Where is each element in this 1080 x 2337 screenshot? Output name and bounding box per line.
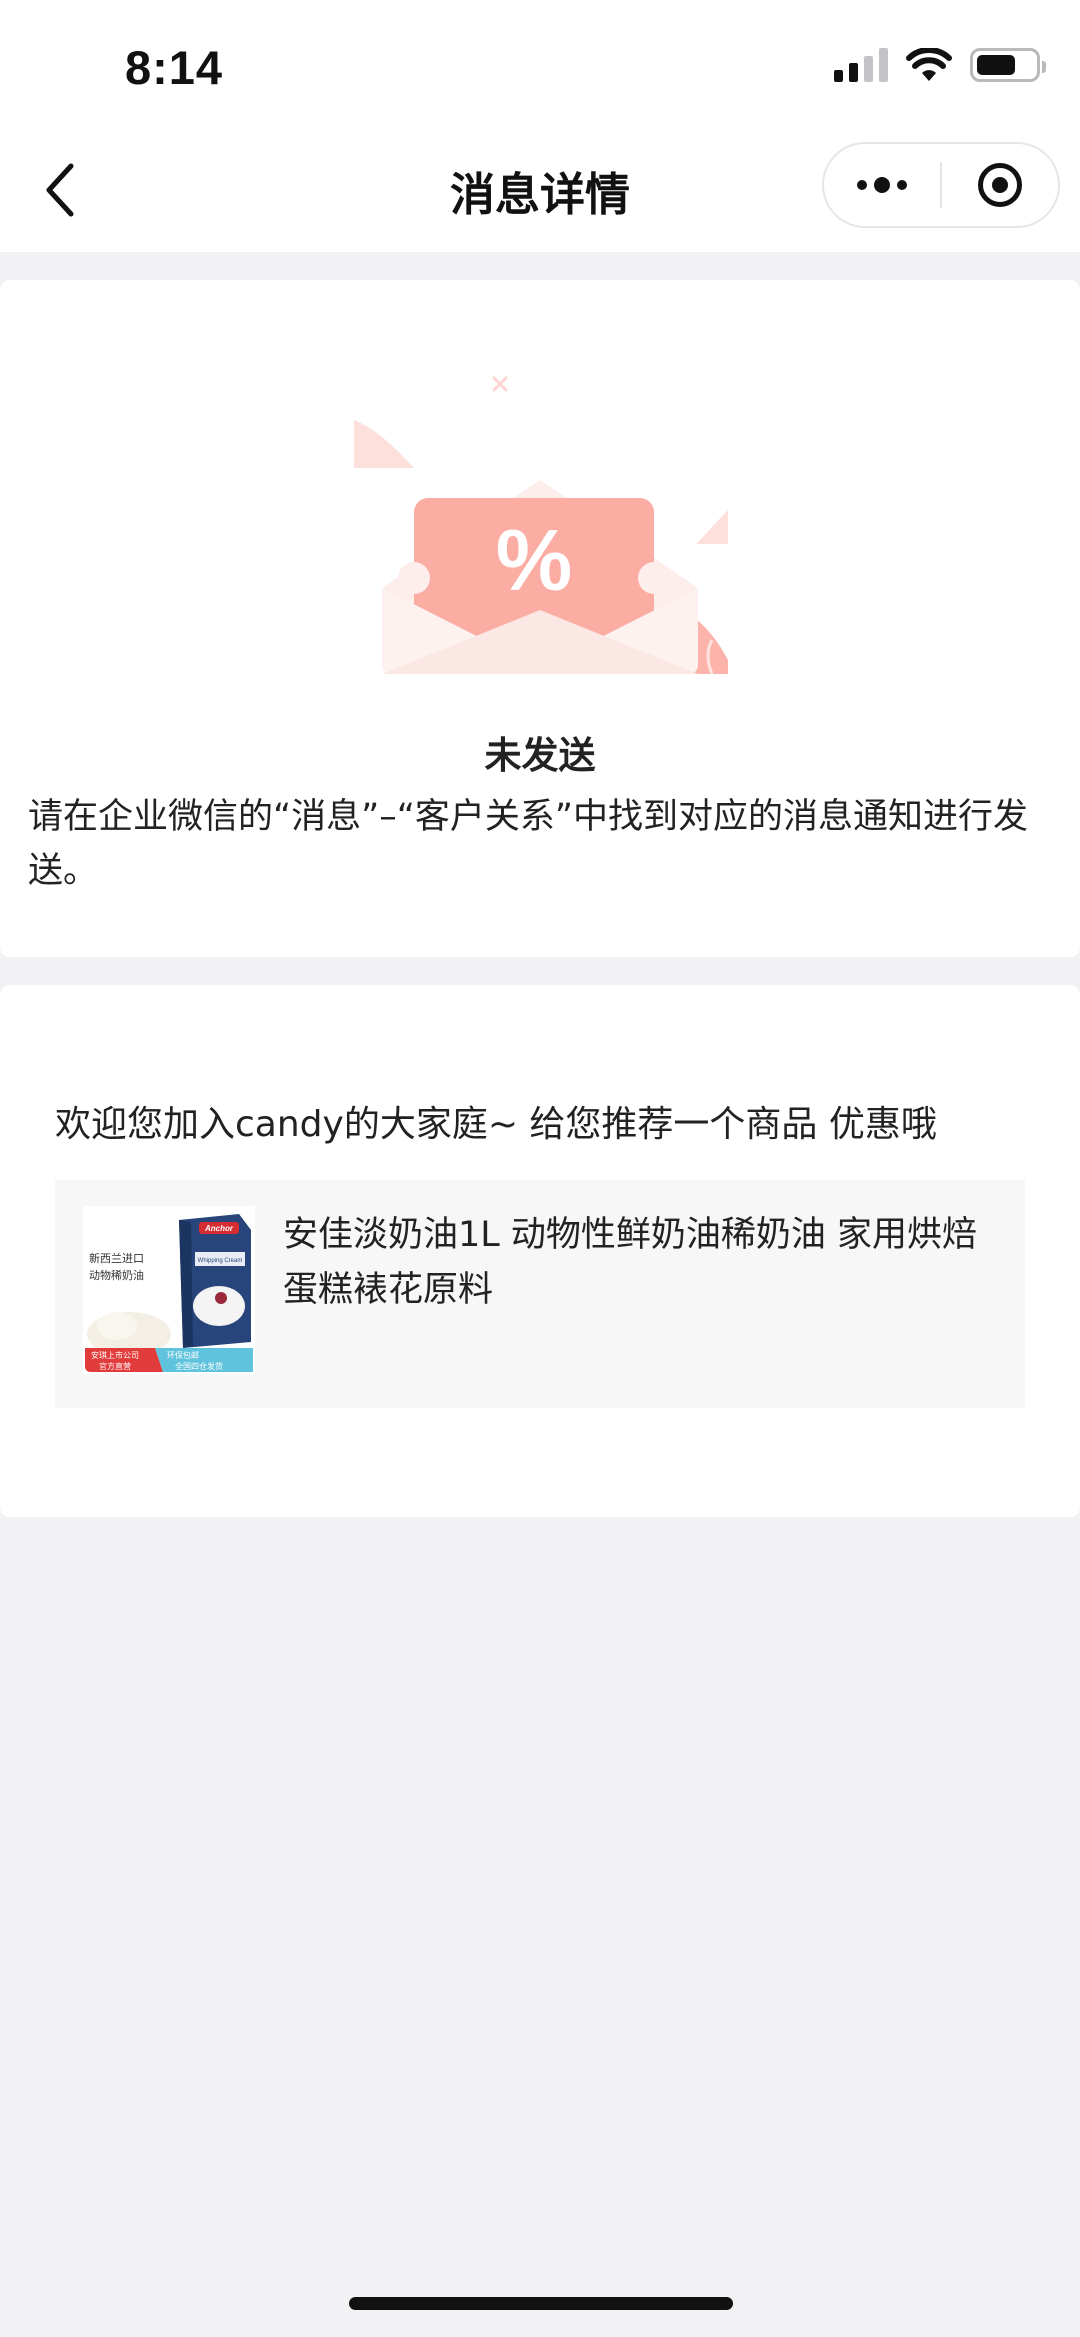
thumb-badge-right-2: 全国四仓发货 bbox=[175, 1361, 223, 1371]
status-icons bbox=[834, 48, 1046, 82]
product-thumbnail: Anchor Whipping Cream 新西兰进口 动物稀奶油 安琪上市公司… bbox=[83, 1206, 255, 1374]
ellipsis-icon bbox=[857, 177, 907, 193]
envelope-percent-icon: % bbox=[354, 376, 728, 675]
welcome-message-text: 欢迎您加入candy的大家庭~ 给您推荐一个商品 优惠哦 bbox=[55, 1104, 937, 1145]
close-miniapp-button[interactable] bbox=[942, 144, 1058, 226]
cellular-signal-icon bbox=[834, 48, 888, 82]
more-button[interactable] bbox=[824, 144, 940, 226]
product-name: 安佳淡奶油1L 动物性鲜奶油稀奶油 家用烘焙蛋糕裱花原料 bbox=[283, 1215, 978, 1310]
svg-text:%: % bbox=[496, 513, 572, 609]
thumb-badge-left-1: 安琪上市公司 bbox=[91, 1350, 139, 1360]
thumb-box-label: Whipping Cream bbox=[198, 1258, 243, 1264]
nav-bar: 消息详情 bbox=[0, 130, 1080, 252]
thumb-badge-left-2: 官方直营 bbox=[99, 1361, 131, 1371]
send-instruction-text: 请在企业微信的“消息”–“客户关系”中找到对应的消息通知进行发送。 bbox=[28, 797, 1029, 891]
thumb-badge-right-1: 环保包邮 bbox=[167, 1350, 199, 1360]
thumb-tag-origin: 新西兰进口 bbox=[89, 1251, 144, 1265]
product-link-card[interactable]: Anchor Whipping Cream 新西兰进口 动物稀奶油 安琪上市公司… bbox=[55, 1180, 1025, 1408]
status-bar: 8:14 bbox=[0, 0, 1080, 130]
status-card: % 未发送 请在企业微信的“消息”–“客户关系”中找到对应的消息通知进行发送。 bbox=[0, 280, 1080, 957]
message-content-card: 欢迎您加入candy的大家庭~ 给您推荐一个商品 优惠哦 Anchor Whip… bbox=[0, 985, 1080, 1517]
miniapp-capsule bbox=[822, 142, 1060, 228]
battery-icon bbox=[970, 48, 1046, 82]
status-time: 8:14 bbox=[125, 41, 224, 94]
thumb-brand: Anchor bbox=[204, 1224, 234, 1233]
target-icon bbox=[978, 163, 1022, 207]
wifi-icon bbox=[906, 48, 952, 81]
thumb-tag-type: 动物稀奶油 bbox=[89, 1268, 144, 1282]
send-status-title: 未发送 bbox=[484, 734, 596, 777]
home-indicator[interactable] bbox=[349, 2297, 733, 2310]
